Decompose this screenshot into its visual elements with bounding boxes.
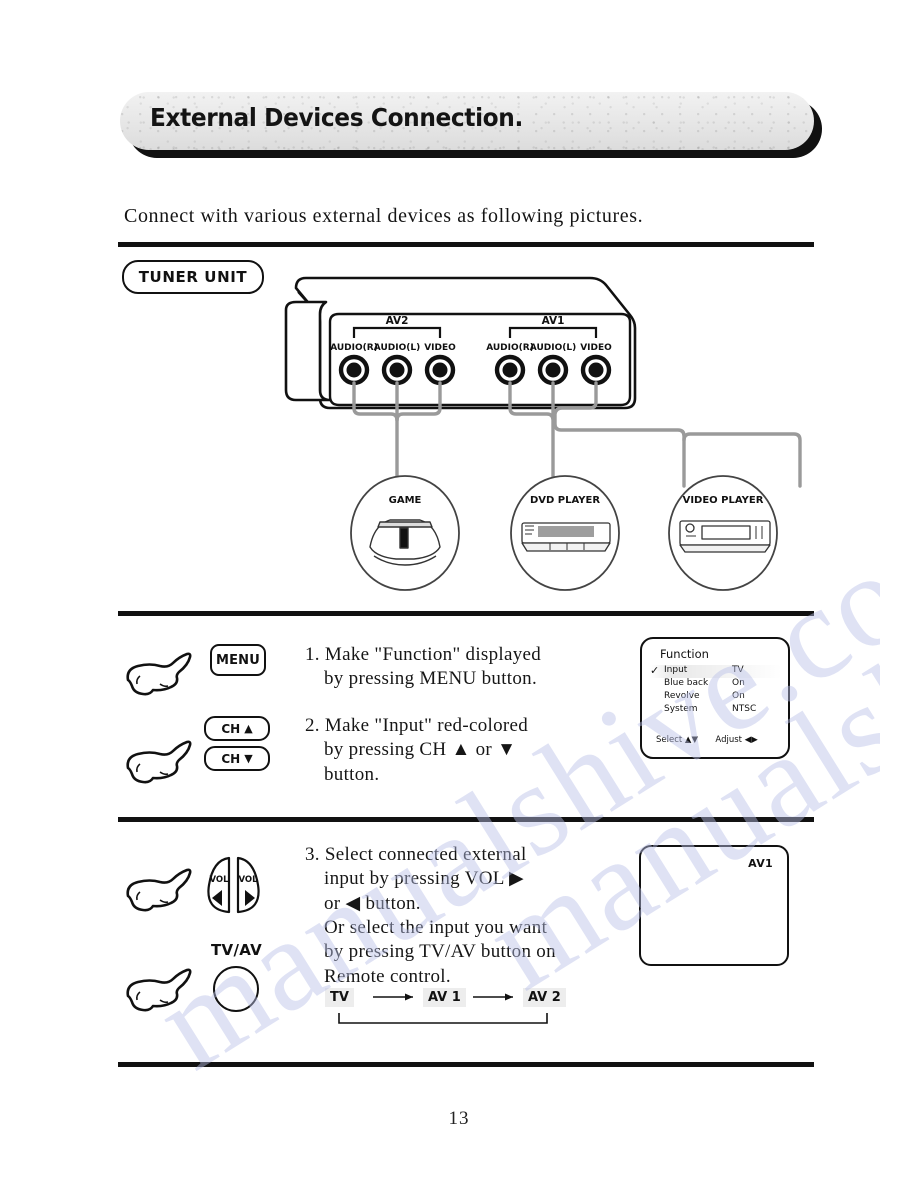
divider-top [118,242,814,247]
step-3-text: 3. Select connected external input by pr… [305,843,635,989]
osd-row[interactable]: Blue back On [650,678,782,691]
arrow-head-icon [405,993,413,1001]
svg-text:AUDIO(L): AUDIO(L) [530,343,576,353]
osd-row-label: Revolve [664,691,700,701]
manual-page: manualshive.com manualshive.com External… [0,0,918,1188]
volume-down-button[interactable]: VOL [205,856,231,914]
channel-up-button[interactable]: CH ▲ [204,716,270,741]
channel-down-button[interactable]: CH ▼ [204,746,270,771]
check-icon: ✓ [650,664,660,677]
step-3-number: 3. [305,844,320,865]
arrow-head-icon [505,993,513,1001]
svg-text:AV2: AV2 [386,315,409,327]
channel-down-label: CH [221,751,241,766]
osd-row[interactable]: System NTSC [650,704,782,717]
osd-row[interactable]: Revolve On [650,691,782,704]
page-header-banner: External Devices Connection. [120,92,822,158]
osd-row-value: On [732,678,745,688]
osd-row-value: On [732,691,745,701]
osd-row-list: ✓ Input TV Blue back On Revolve On Syste… [650,664,782,717]
step-3-line-4: Or select the input you want [324,916,548,938]
connection-diagram: AV2 AV1 AUDIO(R) AUDIO(L) VIDEO AUDIO(R)… [118,250,818,600]
pointing-hand-icon [122,868,194,920]
svg-text:VOL: VOL [238,875,258,885]
osd-row[interactable]: ✓ Input TV [650,664,782,678]
osd-row-label: System [664,704,698,714]
step-1-line-1: Make "Function" displayed [324,644,542,665]
menu-button[interactable]: MENU [210,644,266,676]
channel-up-label: CH [221,721,241,736]
osd-row-label: Input [664,665,688,675]
intro-text: Connect with various external devices as… [124,205,644,227]
svg-text:VOL: VOL [209,875,229,885]
divider-bottom [118,1062,814,1067]
divider-middle-1 [118,611,814,616]
osd-footer: Select ▲▼ Adjust ◀▶ [656,735,758,745]
svg-text:AV1: AV1 [542,315,565,327]
triangle-up-icon: ▲ [244,722,253,735]
step-1-line-2: by pressing MENU button. [324,668,538,690]
triangle-down-icon: ▼ [244,752,253,765]
step-2-line-2: by pressing CH ▲ or ▼ [324,739,517,761]
step-3-line-3: or ◀ button. [324,892,421,914]
tv-av-button-label: TV/AV [211,941,263,959]
osd-title: Function [660,647,709,661]
svg-text:GAME: GAME [389,495,422,506]
osd-row-value: NTSC [732,704,757,714]
step-2-text: 2. Make "Input" red-colored by pressing … [305,714,625,787]
page-title: External Devices Connection. [150,103,523,132]
step-1-number: 1. [305,644,320,665]
av-screen-tag: AV1 [748,857,773,870]
step-2-number: 2. [305,715,320,736]
input-cycle-diagram: TV AV 1 AV 2 [325,983,585,1028]
page-number: 13 [448,1108,470,1129]
volume-up-button[interactable]: VOL [236,856,262,914]
step-3-line-5: by pressing TV/AV button on [324,941,556,963]
svg-text:DVD PLAYER: DVD PLAYER [530,495,600,506]
osd-row-value: TV [732,665,744,675]
step-3-line-1: Select connected external [324,844,527,865]
svg-text:VIDEO PLAYER: VIDEO PLAYER [683,495,764,506]
svg-text:VIDEO: VIDEO [424,343,456,353]
tv-av-button[interactable] [213,966,259,1012]
pointing-hand-icon [122,740,194,792]
step-2-line-3: button. [324,763,380,785]
osd-footer-adjust: Adjust ◀▶ [715,735,758,745]
step-1-text: 1. Make "Function" displayed by pressing… [305,643,625,692]
av-screen-preview: AV1 [639,845,789,966]
pointing-hand-icon [122,652,194,704]
svg-text:AUDIO(R): AUDIO(R) [486,343,534,353]
divider-middle-2 [118,817,814,822]
svg-text:VIDEO: VIDEO [580,343,612,353]
osd-function-menu: Function ✓ Input TV Blue back On Revolve… [640,637,790,759]
svg-text:AUDIO(R): AUDIO(R) [330,343,378,353]
step-2-line-1: Make "Input" red-colored [324,715,529,736]
osd-row-label: Blue back [664,678,709,688]
svg-text:AUDIO(L): AUDIO(L) [374,343,420,353]
step-3-line-2: input by pressing VOL ▶ [324,868,524,890]
pointing-hand-icon [122,968,194,1020]
osd-footer-select: Select ▲▼ [656,735,698,745]
